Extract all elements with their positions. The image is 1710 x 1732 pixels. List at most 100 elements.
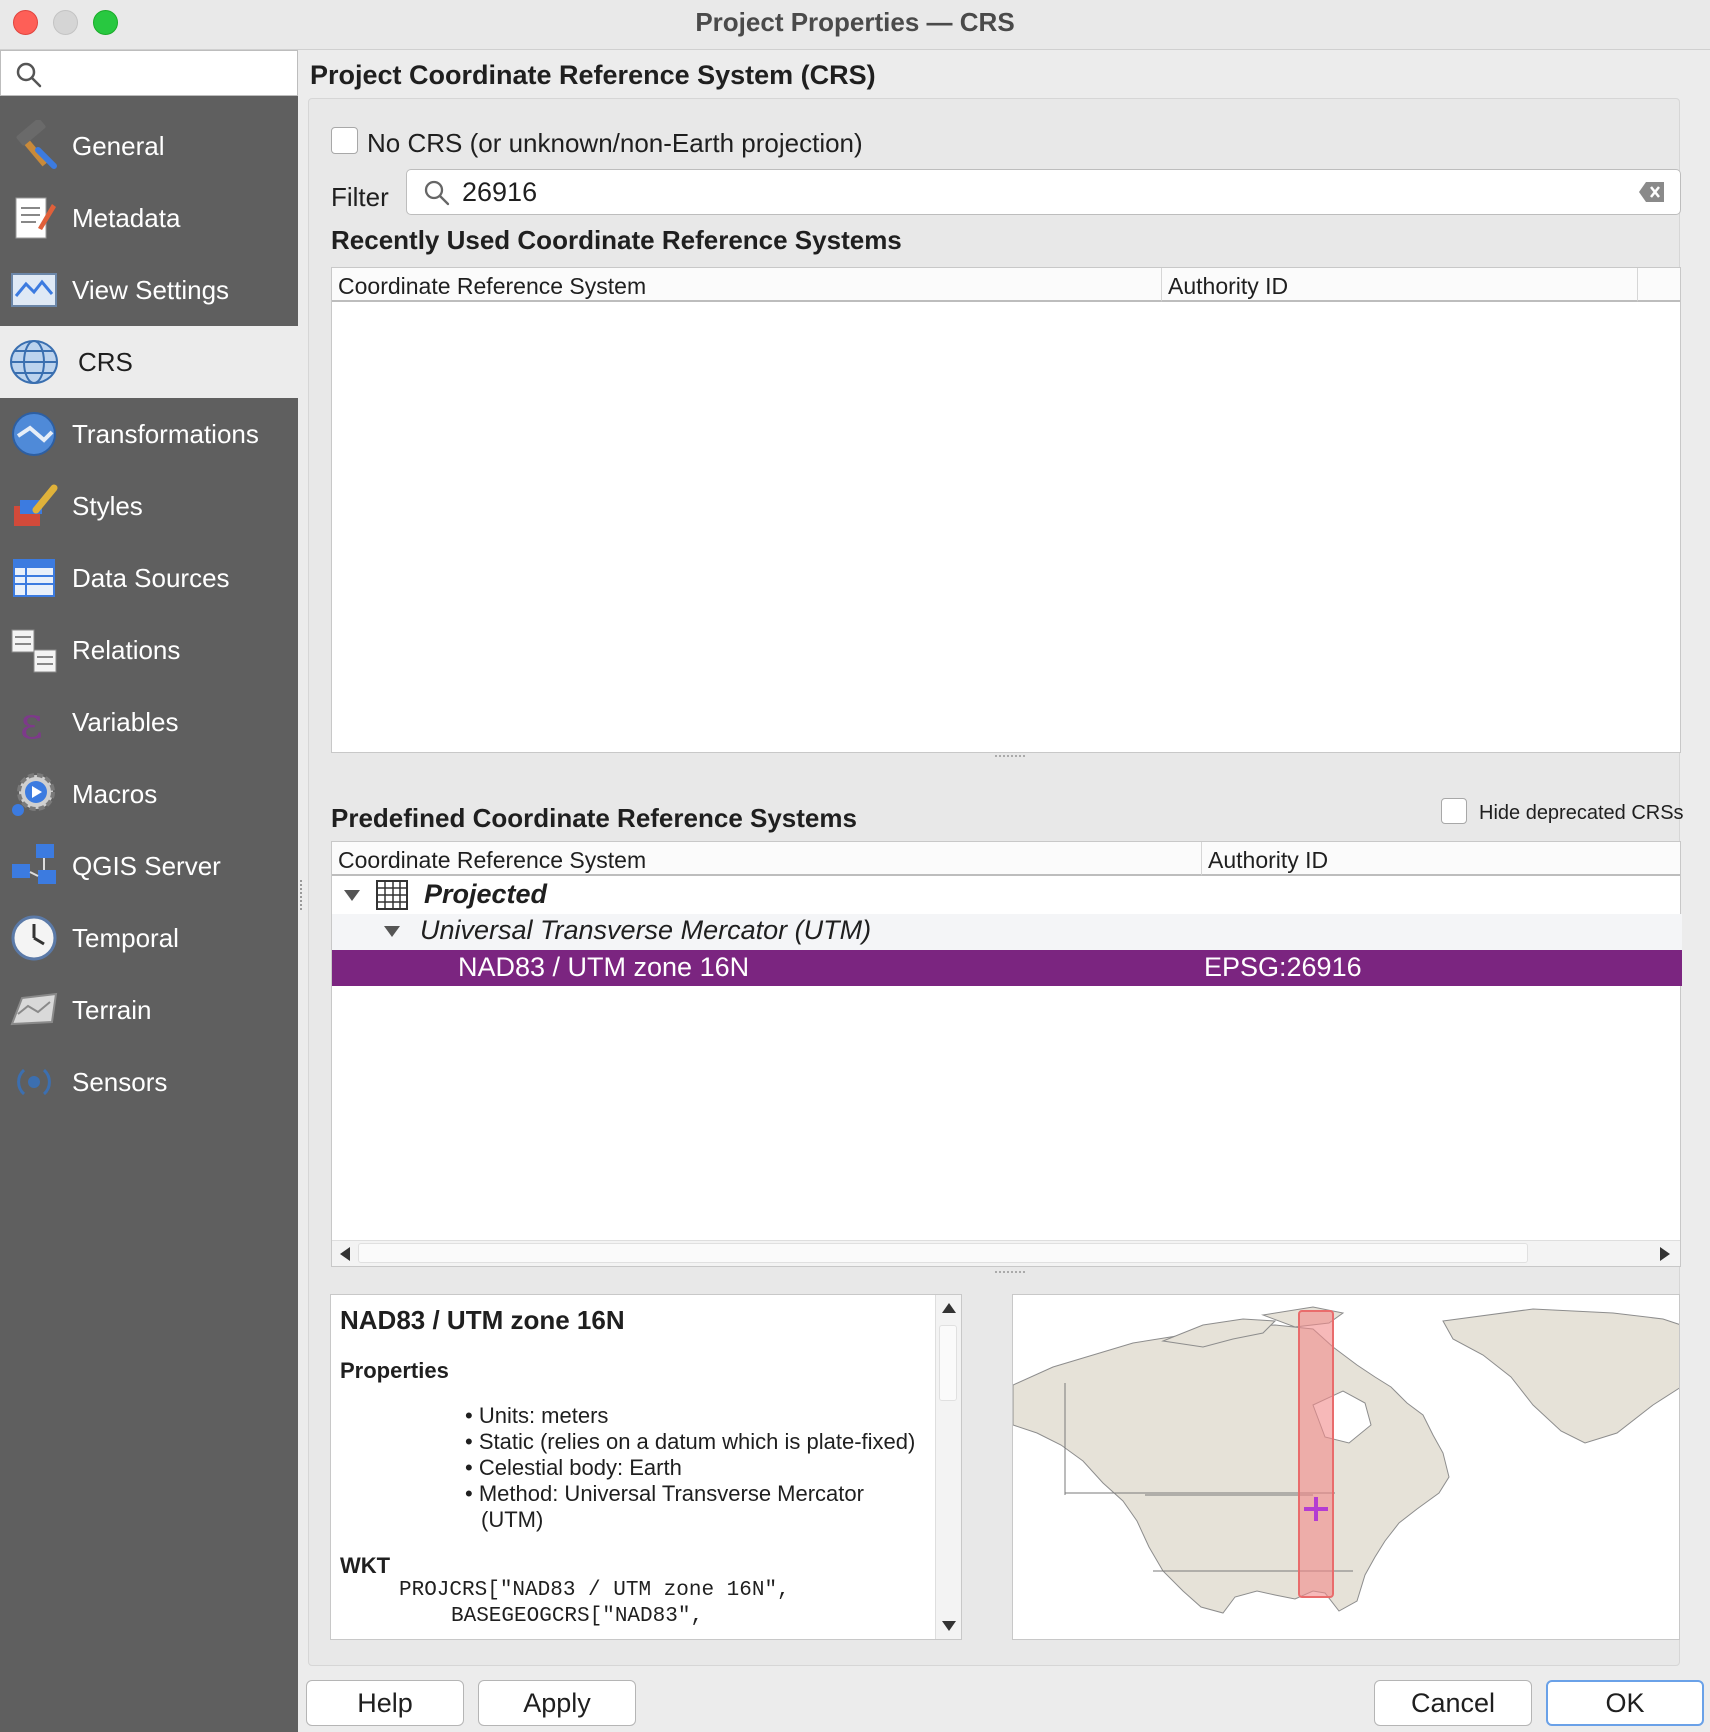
sidebar-item-styles[interactable]: Styles [0, 470, 298, 542]
gear-play-icon [6, 766, 62, 822]
hide-deprecated-checkbox[interactable] [1441, 798, 1467, 824]
sidebar-item-variables[interactable]: ε Variables [0, 686, 298, 758]
sidebar-item-general[interactable]: General [0, 110, 298, 182]
epsilon-icon: ε [6, 694, 62, 750]
relations-icon [6, 622, 62, 678]
sidebar-item-label: Sensors [72, 1066, 168, 1097]
table-icon [6, 550, 62, 606]
sidebar-item-label: CRS [78, 346, 133, 377]
column-header-authority-id[interactable]: Authority ID [1202, 842, 1680, 876]
terrain-icon [6, 982, 62, 1038]
sidebar-item-crs[interactable]: CRS [0, 326, 298, 398]
apply-button[interactable]: Apply [478, 1680, 636, 1726]
main-panel: Project Coordinate Reference System (CRS… [298, 50, 1710, 1732]
no-crs-label: No CRS (or unknown/non-Earth projection) [367, 128, 863, 158]
sidebar-item-label: Variables [72, 706, 179, 737]
help-button[interactable]: Help [306, 1680, 464, 1726]
scroll-left-icon[interactable] [340, 1247, 350, 1261]
filter-value: 26916 [462, 177, 538, 207]
document-pen-icon [6, 190, 62, 246]
page-title: Project Coordinate Reference System (CRS… [310, 60, 876, 90]
crs-authority-id: EPSG:26916 [1204, 952, 1362, 982]
sidebar-item-label: Styles [72, 490, 143, 521]
wkt-line: PROJCRS["NAD83 / UTM zone 16N", [399, 1579, 790, 1602]
search-icon [16, 62, 42, 88]
property-item: • Celestial body: Earth [465, 1455, 682, 1480]
wkt-line: BASEGEOGCRS["NAD83", [451, 1605, 704, 1628]
splitter-handle[interactable] [995, 1271, 1025, 1275]
sidebar-item-relations[interactable]: Relations [0, 614, 298, 686]
clock-icon [6, 910, 62, 966]
filter-input[interactable]: 26916 [406, 169, 1681, 215]
hide-deprecated-label: Hide deprecated CRSs [1479, 802, 1684, 824]
tree-row-utm[interactable]: Universal Transverse Mercator (UTM) [332, 914, 1682, 950]
predefined-crs-heading: Predefined Coordinate Reference Systems [331, 803, 857, 833]
sidebar-item-qgis-server[interactable]: QGIS Server [0, 830, 298, 902]
grid-icon [376, 880, 408, 910]
sidebar: General Metadata View Settings CRS Trans… [0, 50, 298, 1732]
window-title: Project Properties — CRS [695, 7, 1015, 37]
cancel-button[interactable]: Cancel [1374, 1680, 1532, 1726]
map-view-icon [6, 262, 62, 318]
property-item-continued: (UTM) [481, 1507, 544, 1532]
sidebar-item-data-sources[interactable]: Data Sources [0, 542, 298, 614]
expand-triangle-icon[interactable] [344, 890, 360, 902]
vertical-scroll-thumb[interactable] [939, 1325, 957, 1401]
horizontal-scroll-thumb[interactable] [358, 1243, 1528, 1263]
sidebar-item-transformations[interactable]: Transformations [0, 398, 298, 470]
extent-map-graphic [1013, 1306, 1679, 1614]
crs-extent-map [1012, 1294, 1680, 1640]
tree-subgroup-label: Universal Transverse Mercator (UTM) [420, 915, 872, 945]
scroll-right-icon[interactable] [1660, 1247, 1670, 1261]
tree-row-projected[interactable]: Projected [332, 878, 1682, 914]
server-icon [6, 838, 62, 894]
clear-filter-icon[interactable] [1638, 181, 1666, 203]
filter-label: Filter [331, 182, 389, 212]
project-properties-window: Project Properties — CRS General Metadat… [0, 0, 1710, 1732]
details-vertical-scrollbar[interactable] [935, 1295, 961, 1639]
svg-text:ε: ε [20, 698, 43, 748]
sidebar-item-label: View Settings [72, 274, 230, 305]
crs-details-title: NAD83 / UTM zone 16N [340, 1305, 625, 1335]
tree-row-selected-crs[interactable]: NAD83 / UTM zone 16N EPSG:26916 [332, 950, 1682, 986]
sidebar-item-sensors[interactable]: Sensors [0, 1046, 298, 1118]
column-header-crs[interactable]: Coordinate Reference System [332, 268, 1162, 302]
scroll-up-icon[interactable] [942, 1303, 956, 1313]
recent-crs-table[interactable]: Coordinate Reference System Authority ID [331, 267, 1681, 753]
column-header-authority-id[interactable]: Authority ID [1162, 268, 1638, 302]
sidebar-item-view-settings[interactable]: View Settings [0, 254, 298, 326]
sidebar-item-temporal[interactable]: Temporal [0, 902, 298, 974]
tree-group-label: Projected [424, 879, 548, 909]
sidebar-item-label: Data Sources [72, 562, 230, 593]
sidebar-item-label: Metadata [72, 202, 181, 233]
sidebar-item-macros[interactable]: Macros [0, 758, 298, 830]
properties-heading: Properties [340, 1358, 449, 1383]
sidebar-item-label: Relations [72, 634, 181, 665]
crs-details-panel: NAD83 / UTM zone 16N Properties • Units:… [330, 1294, 962, 1640]
sidebar-item-label: Transformations [72, 418, 259, 449]
search-icon [424, 180, 450, 206]
sensor-icon [6, 1054, 62, 1110]
splitter-handle[interactable] [995, 755, 1025, 759]
sidebar-item-label: QGIS Server [72, 850, 221, 881]
horizontal-scrollbar[interactable] [332, 1240, 1680, 1266]
title-bar: Project Properties — CRS [0, 0, 1710, 50]
property-item: • Method: Universal Transverse Mercator [465, 1481, 864, 1506]
globe-grid-icon [6, 334, 62, 390]
column-header-crs[interactable]: Coordinate Reference System [332, 842, 1202, 876]
paintbrush-icon [6, 478, 62, 534]
scroll-down-icon[interactable] [942, 1621, 956, 1631]
property-item: • Static (relies on a datum which is pla… [465, 1429, 916, 1454]
ok-button[interactable]: OK [1546, 1680, 1704, 1726]
recent-crs-heading: Recently Used Coordinate Reference Syste… [331, 225, 902, 255]
predefined-crs-table[interactable]: Coordinate Reference System Authority ID… [331, 841, 1682, 1267]
no-crs-checkbox[interactable] [331, 127, 358, 154]
expand-triangle-icon[interactable] [384, 926, 400, 938]
sidebar-search-input[interactable] [0, 50, 298, 96]
sidebar-item-label: General [72, 130, 165, 161]
property-item: • Units: meters [465, 1403, 609, 1428]
sidebar-item-metadata[interactable]: Metadata [0, 182, 298, 254]
globe-transform-icon [6, 406, 62, 462]
sidebar-item-terrain[interactable]: Terrain [0, 974, 298, 1046]
sidebar-splitter-handle[interactable] [300, 880, 304, 910]
